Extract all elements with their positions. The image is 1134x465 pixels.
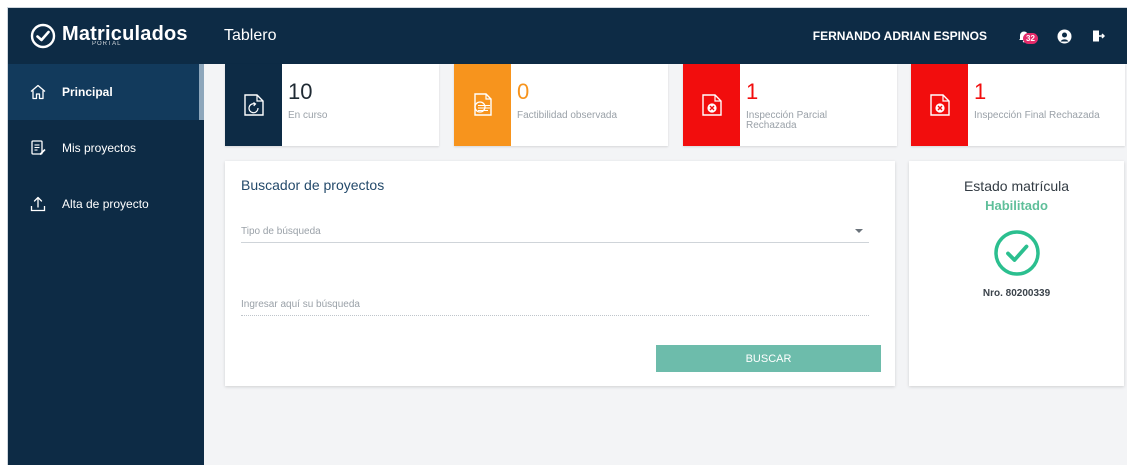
home-icon [28,82,48,102]
chevron-down-icon [855,229,863,233]
search-input[interactable]: Ingresar aquí su búsqueda [241,299,869,316]
search-button[interactable]: BUSCAR [656,345,881,372]
card-number: 1 [974,79,987,104]
card-label: Inspección Final Rechazada [974,110,1100,121]
sidebar: Matriculados PORTAL Principal Mis proyec… [8,8,204,465]
logout-icon [1093,30,1105,42]
logout-button[interactable] [1089,27,1107,45]
logo[interactable]: Matriculados PORTAL [8,8,204,64]
user-name[interactable]: FERNANDO ADRIAN ESPINOS [813,29,987,43]
stat-card-inspeccion-parcial-rechazada[interactable]: 1 Inspección Parcial Rechazada [683,64,897,146]
search-type-placeholder: Tipo de búsqueda [241,226,321,237]
logo-subtitle: PORTAL [92,41,122,47]
card-number: 0 [517,79,530,104]
card-number: 10 [288,79,313,104]
search-input-placeholder: Ingresar aquí su búsqueda [241,299,360,310]
project-search-panel: Buscador de proyectos Tipo de búsqueda I… [225,161,895,386]
notifications-button[interactable]: 32 [1015,27,1038,45]
upload-icon [28,194,48,214]
registration-status-panel: Estado matrícula Habilitado Nro. 8020033… [909,161,1124,386]
user-profile-button[interactable] [1055,27,1073,45]
check-circle-icon [993,230,1040,276]
stat-card-en-curso[interactable]: 10 En curso [225,64,439,146]
stat-card-inspeccion-final-rechazada[interactable]: 1 Inspección Final Rechazada [911,64,1125,146]
sidebar-item-label: Mis proyectos [62,141,137,155]
user-circle-icon [1057,29,1071,43]
sidebar-item-principal[interactable]: Principal [8,64,204,120]
notification-badge: 32 [1023,33,1038,44]
sidebar-item-mis-proyectos[interactable]: Mis proyectos [8,120,204,176]
refresh-document-icon [243,94,264,116]
main-area: Tablero FERNANDO ADRIAN ESPINOS 32 10 En… [204,8,1127,465]
topbar: Tablero FERNANDO ADRIAN ESPINOS 32 [204,8,1127,64]
stat-card-factibilidad-observada[interactable]: 0 Factibilidad observada [454,64,668,146]
card-number: 1 [746,79,759,104]
document-reject-icon [929,94,950,116]
card-label: Inspección Parcial Rechazada [746,110,828,131]
app-frame: Matriculados PORTAL Principal Mis proyec… [7,7,1127,465]
page-title: Tablero [224,27,277,44]
registration-number: Nro. 80200339 [982,288,1051,299]
sidebar-item-alta-de-proyecto[interactable]: Alta de proyecto [8,176,204,232]
status-title: Estado matrícula [963,178,1070,194]
card-icon-box [911,64,968,146]
card-icon-box [683,64,740,146]
status-value: Habilitado [985,198,1048,213]
document-reject-icon [701,94,722,116]
stat-cards: 10 En curso 0 Factibilidad observada 1 I… [225,64,1125,146]
topbar-actions: FERNANDO ADRIAN ESPINOS 32 [813,27,1107,45]
card-icon-box [225,64,282,146]
document-search-icon [473,93,492,116]
search-panel-title: Buscador de proyectos [241,177,385,193]
check-circle-logo-icon [30,23,56,49]
card-icon-box [454,64,511,146]
card-label: Factibilidad observada [517,110,618,121]
card-label: En curso [288,110,328,121]
search-type-select[interactable]: Tipo de búsqueda [241,226,869,243]
sidebar-item-label: Principal [62,85,113,99]
document-edit-icon [28,138,48,158]
sidebar-item-label: Alta de proyecto [62,197,149,211]
